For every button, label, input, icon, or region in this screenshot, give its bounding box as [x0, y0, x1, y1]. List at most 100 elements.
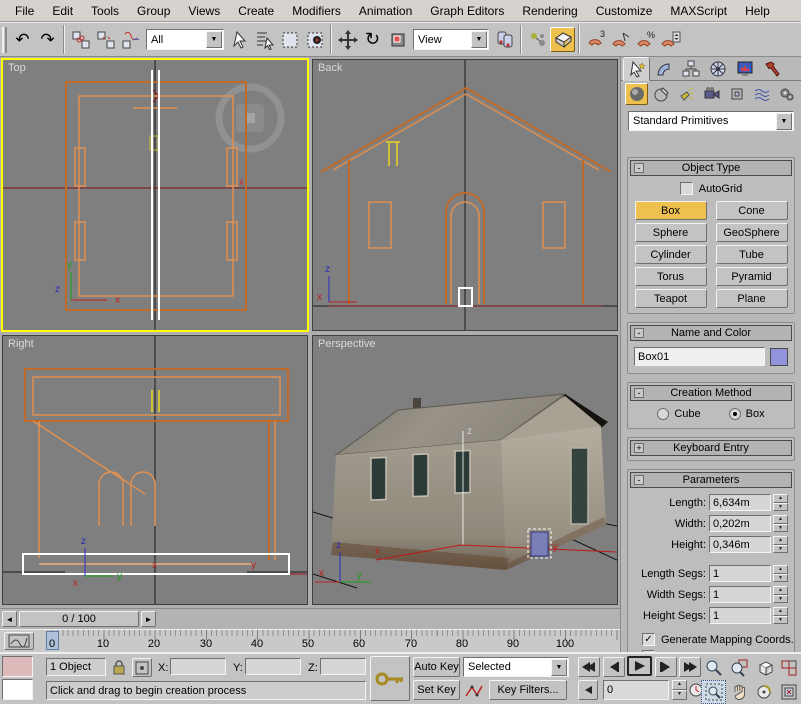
length-field[interactable] [709, 494, 771, 511]
frame-spinner[interactable]: ▲▼ [672, 680, 687, 700]
x-coordinate-input[interactable] [174, 661, 222, 673]
collapse-icon[interactable]: - [634, 163, 644, 173]
set-keys-button[interactable] [370, 656, 410, 701]
viewport-right[interactable]: Right [2, 335, 308, 605]
height-input[interactable] [713, 539, 767, 551]
width-segs-field[interactable] [709, 586, 771, 603]
height-spinner[interactable]: ▲▼ [773, 536, 788, 553]
height-segs-input[interactable] [713, 610, 767, 622]
tab-hierarchy[interactable] [677, 57, 704, 81]
go-to-end-button[interactable] [679, 657, 701, 677]
viewport-back[interactable]: Back [312, 59, 618, 331]
plane-button[interactable]: Plane [716, 289, 788, 308]
z-coordinate-input[interactable] [324, 661, 362, 673]
viewport-perspective[interactable]: Perspective [312, 335, 618, 605]
tab-modify[interactable] [650, 57, 677, 81]
pyramid-button[interactable]: Pyramid [716, 267, 788, 286]
spinner-up-icon[interactable]: ▲ [773, 607, 788, 616]
angle-snap-toggle-icon[interactable] [608, 27, 633, 52]
spinner-up-icon[interactable]: ▲ [773, 515, 788, 524]
x-coordinate-field[interactable] [170, 658, 226, 675]
category-cameras-icon[interactable] [700, 83, 723, 105]
redo-icon[interactable]: ↷ [35, 27, 60, 52]
primitives-category-dropdown[interactable]: Standard Primitives ▼ [628, 111, 794, 131]
object-name-input[interactable] [638, 351, 761, 363]
z-coordinate-field[interactable] [320, 658, 366, 675]
menu-rendering[interactable]: Rendering [513, 2, 586, 20]
creation-method-box[interactable]: Box [729, 408, 765, 420]
tube-button[interactable]: Tube [716, 245, 788, 264]
house-model[interactable] [331, 394, 608, 570]
tab-create[interactable] [623, 57, 650, 81]
toolbar-grip[interactable] [2, 27, 7, 53]
spinner-down-icon[interactable]: ▼ [773, 616, 788, 625]
spinner-down-icon[interactable]: ▼ [773, 574, 788, 583]
key-tangents-flyout-icon[interactable] [463, 681, 485, 701]
category-systems-icon[interactable] [775, 83, 798, 105]
object-color-swatch[interactable] [770, 348, 788, 366]
select-and-manipulate-icon[interactable] [525, 27, 550, 52]
viewport-right-label[interactable]: Right [8, 338, 34, 350]
category-shapes-icon[interactable] [650, 83, 673, 105]
length-segs-input[interactable] [713, 568, 767, 580]
maximize-viewport-toggle-icon[interactable] [776, 680, 801, 704]
maxscript-mini-listener[interactable] [2, 679, 33, 700]
track-bar-ruler[interactable]: 0 10 20 30 40 50 60 70 80 90 100 [36, 630, 618, 653]
absolute-offset-mode-toggle[interactable] [132, 658, 152, 677]
y-coordinate-field[interactable] [245, 658, 301, 675]
tab-motion[interactable] [704, 57, 731, 81]
object-name-field[interactable] [634, 347, 765, 366]
width-input[interactable] [713, 518, 767, 530]
menu-tools[interactable]: Tools [82, 2, 128, 20]
cylinder-button[interactable]: Cylinder [635, 245, 707, 264]
collapse-icon[interactable]: - [634, 388, 644, 398]
menu-customize[interactable]: Customize [587, 2, 662, 20]
length-input[interactable] [713, 497, 767, 509]
maxscript-macro-recorder[interactable] [2, 656, 33, 677]
time-slider-next-button[interactable]: ► [141, 611, 156, 627]
select-and-scale-icon[interactable] [385, 27, 410, 52]
spinner-down-icon[interactable]: ▼ [773, 595, 788, 604]
rollout-keyboard-entry-header[interactable]: + Keyboard Entry [630, 440, 792, 456]
spinner-up-icon[interactable]: ▲ [672, 680, 687, 690]
menu-edit[interactable]: Edit [43, 2, 82, 20]
spinner-up-icon[interactable]: ▲ [773, 494, 788, 503]
zoom-icon[interactable] [701, 656, 726, 680]
rollout-creation-method-header[interactable]: - Creation Method [630, 385, 792, 401]
box-button[interactable]: Box [635, 201, 707, 220]
spinner-down-icon[interactable]: ▼ [773, 545, 788, 554]
selection-filter-dropdown[interactable]: All ▼ [146, 29, 224, 50]
viewport-back-label[interactable]: Back [318, 62, 342, 74]
set-key-button[interactable]: Set Key [413, 680, 460, 700]
undo-icon[interactable]: ↶ [10, 27, 35, 52]
selection-set-dropdown[interactable]: Selected ▼ [463, 657, 569, 677]
play-animation-button[interactable] [627, 656, 652, 676]
spinner-up-icon[interactable]: ▲ [773, 536, 788, 545]
length-segs-spinner[interactable]: ▲▼ [773, 565, 788, 582]
category-lights-icon[interactable] [675, 83, 698, 105]
select-by-name-icon[interactable] [252, 27, 277, 52]
spinner-down-icon[interactable]: ▼ [773, 524, 788, 533]
collapse-icon[interactable]: - [634, 328, 644, 338]
collapse-icon[interactable]: - [634, 475, 644, 485]
reference-coordinate-system-dropdown[interactable]: View ▼ [413, 29, 489, 50]
menu-help[interactable]: Help [736, 2, 779, 20]
teapot-button[interactable]: Teapot [635, 289, 707, 308]
select-and-move-icon[interactable] [335, 27, 360, 52]
window-crossing-toggle-icon[interactable] [302, 27, 327, 52]
keyboard-shortcut-override-toggle-icon[interactable] [550, 27, 575, 52]
time-slider-handle[interactable]: 0 / 100 [19, 611, 139, 627]
select-and-link-icon[interactable] [68, 27, 93, 52]
time-slider-prev-button[interactable]: ◄ [2, 611, 17, 627]
dropdown-arrow-icon[interactable]: ▼ [471, 31, 487, 48]
height-segs-field[interactable] [709, 607, 771, 624]
previous-frame-button[interactable] [603, 657, 625, 677]
viewport-perspective-label[interactable]: Perspective [318, 338, 375, 350]
dropdown-arrow-icon[interactable]: ▼ [206, 31, 222, 48]
spinner-down-icon[interactable]: ▼ [672, 690, 687, 700]
length-segs-field[interactable] [709, 565, 771, 582]
creation-method-cube[interactable]: Cube [657, 408, 700, 420]
menu-create[interactable]: Create [229, 2, 283, 20]
rollout-object-type-header[interactable]: - Object Type [630, 160, 792, 176]
spinner-snap-toggle-icon[interactable] [658, 27, 683, 52]
